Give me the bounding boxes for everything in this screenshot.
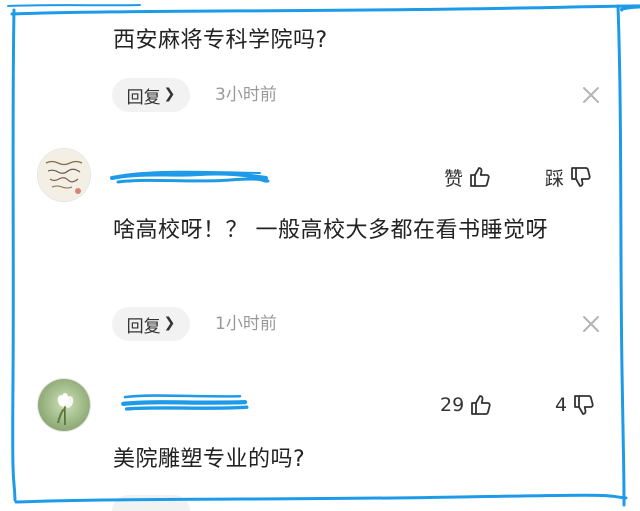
comment-time: 3小时前 <box>215 85 277 105</box>
redacted-username <box>121 394 249 411</box>
like-button[interactable]: 赞 <box>444 160 493 194</box>
reply-label: 回复 <box>126 316 161 337</box>
close-icon[interactable] <box>580 313 602 335</box>
redacted-username <box>110 170 270 184</box>
thumbs-down-icon <box>574 395 594 415</box>
comment-time: 1小时前 <box>215 314 277 334</box>
like-count: 29 <box>440 394 465 416</box>
chevron-right-icon: ❯ <box>163 86 176 102</box>
like-label: 赞 <box>444 167 464 190</box>
reply-button[interactable]: 回复 ❯ <box>112 78 190 112</box>
comment-text: 啥高校呀！？ 一般高校大多都在看书睡觉呀 <box>113 218 548 243</box>
thumbs-down-icon <box>571 167 591 187</box>
comment-text: 西安麻将专科学院吗? <box>113 28 328 53</box>
reply-button[interactable]: 回复 ❯ <box>112 307 190 341</box>
like-button[interactable]: 29 <box>440 388 494 422</box>
dislike-label: 踩 <box>545 167 565 190</box>
flower-avatar-icon <box>38 379 90 431</box>
close-icon[interactable] <box>580 84 602 106</box>
comment-text: 美院雕塑专业的吗? <box>113 447 306 472</box>
dislike-count: 4 <box>555 394 568 416</box>
thumbs-up-icon <box>470 167 490 187</box>
handwriting-avatar-icon <box>38 149 90 201</box>
dislike-button[interactable]: 踩 <box>545 160 594 194</box>
reply-button-partial[interactable] <box>112 495 190 511</box>
avatar[interactable] <box>37 378 91 432</box>
annotation-frame <box>7 4 640 507</box>
chevron-right-icon: ❯ <box>163 315 176 331</box>
avatar[interactable] <box>37 148 91 202</box>
thumbs-up-icon <box>471 395 491 415</box>
reply-label: 回复 <box>126 87 161 108</box>
dislike-button[interactable]: 4 <box>555 388 597 422</box>
